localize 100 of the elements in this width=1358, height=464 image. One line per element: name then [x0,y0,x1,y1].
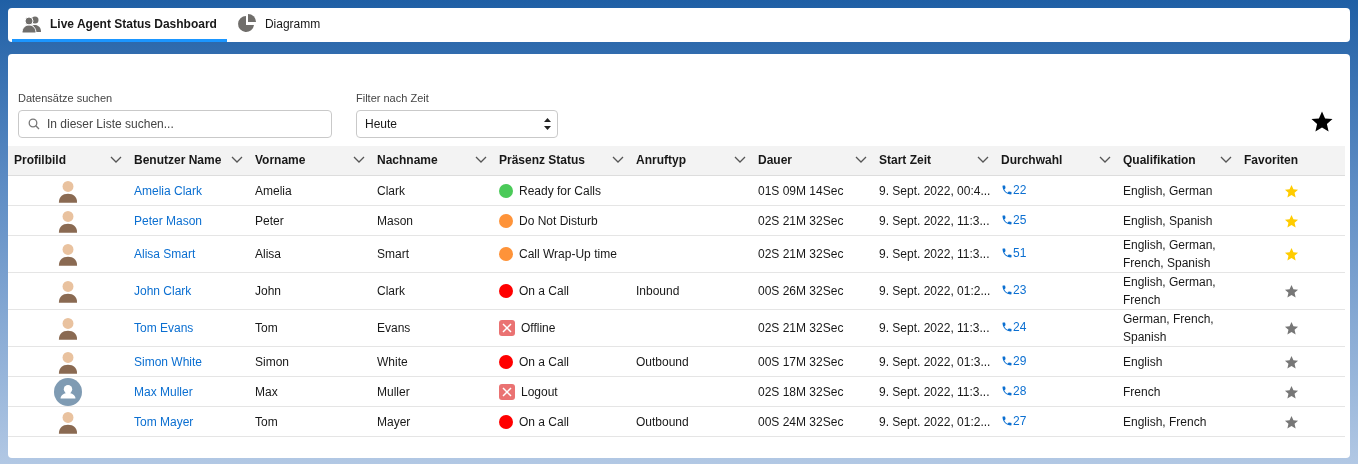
table-cell: English, German, French, Spanish [1123,238,1216,270]
status-text: Ready for Calls [519,182,602,200]
table-cell: Simon [255,354,289,369]
phone-icon [1001,321,1013,333]
status-text: Logout [521,383,558,401]
user-name-link[interactable]: Tom Evans [134,321,194,335]
favorite-star-icon[interactable] [1284,284,1299,300]
column-header[interactable]: Dauer [758,151,792,170]
chevron-down-icon[interactable] [855,156,867,165]
phone-icon [1001,284,1013,296]
user-name-link[interactable]: Alisa Smart [134,247,196,261]
table-cell: Mason [377,213,414,228]
favorite-star-icon[interactable] [1284,247,1299,263]
table-cell: Max [255,384,278,399]
table-cell: English, German [1123,183,1213,198]
sort-arrows-icon [544,117,551,130]
user-name-link[interactable]: John Clark [134,284,192,298]
favorite-star-icon[interactable] [1284,321,1299,337]
phone-icon [1001,414,1013,427]
tab[interactable]: Live Agent Status Dashboard [12,8,227,42]
table-cell: Clark [377,284,405,298]
table-cell: 9. Sept. 2022, 01:2... [879,414,991,429]
table-cell: 9. Sept. 2022, 11:3... [879,321,990,335]
favorite-star-icon[interactable] [1284,183,1299,199]
table-cell: 9. Sept. 2022, 11:3... [879,384,990,399]
user-name-link[interactable]: Tom Mayer [134,414,194,429]
favorite-star-icon[interactable] [1284,354,1299,370]
table-cell: 02S 21M 32Sec [758,247,844,261]
phone-icon [1001,384,1013,397]
table-cell: White [377,354,408,369]
chevron-down-icon[interactable] [1099,156,1111,165]
filter-label: Filter nach Zeit [356,91,430,106]
table-cell: 9. Sept. 2022, 01:3... [879,354,991,369]
user-name-link[interactable]: Amelia Clark [134,183,202,198]
table-cell: Amelia [255,183,292,198]
extension-link[interactable]: 22 [1001,180,1027,199]
extension-link[interactable]: 29 [1001,351,1027,370]
chevron-down-icon[interactable] [734,156,746,165]
phone-icon [1001,213,1013,226]
phone-icon [1001,183,1013,196]
time-filter-select[interactable]: Heute [356,109,558,138]
table-cell: Tom [255,414,278,429]
table-cell: 00S 17M 32Sec [758,354,844,369]
table-cell: English, French [1123,414,1207,429]
chevron-down-icon[interactable] [231,156,243,165]
status-text: Do Not Disturb [519,212,598,230]
table-cell: 02S 21M 32Sec [758,213,844,228]
phone-icon [1001,247,1013,259]
select-value: Heute [365,115,398,133]
table-cell: Inbound [636,284,680,298]
table-cell: Alisa [255,247,281,261]
user-name-link[interactable]: Simon White [134,354,203,369]
table-cell: Clark [377,183,405,198]
chevron-down-icon[interactable] [353,156,365,165]
status-text: On a Call [519,283,570,300]
favorite-star-icon[interactable] [1284,384,1299,400]
table-cell: Evans [377,321,411,335]
favorite-star-icon[interactable] [1284,213,1299,229]
extension-link[interactable]: 25 [1001,210,1027,229]
table-cell: 00S 24M 32Sec [758,414,844,429]
extension-link[interactable]: 23 [1001,281,1027,299]
table-cell: Mayer [377,414,411,429]
extension-link[interactable]: 27 [1001,411,1027,430]
table-cell: 00S 26M 32Sec [758,284,844,298]
status-text: Offline [521,320,556,337]
chevron-down-icon[interactable] [612,156,624,165]
status-text: Call Wrap-Up time [519,246,617,263]
search-field[interactable]: In dieser Liste suchen... [18,109,332,138]
table-cell: Outbound [636,354,689,369]
search-label: Datensätze suchen [18,91,114,106]
table-cell: 9. Sept. 2022, 11:3... [879,247,990,261]
chevron-down-icon[interactable] [977,156,989,165]
extension-link[interactable]: 28 [1001,381,1027,400]
chevron-down-icon[interactable] [1220,156,1232,165]
chevron-down-icon[interactable] [110,156,122,165]
extension-link[interactable]: 24 [1001,318,1027,336]
tab[interactable]: Diagramm [226,8,331,42]
status-text: On a Call [519,413,570,431]
extension-link[interactable]: 51 [1001,244,1027,262]
favorite-star-icon[interactable] [1284,414,1299,430]
table-cell: 02S 21M 32Sec [758,321,844,335]
table-cell: 01S 09M 14Sec [758,183,844,198]
table-cell: Muller [377,384,410,399]
table-cell: John [255,284,282,298]
user-name-link[interactable]: Max Muller [134,384,193,399]
table-cell: Smart [377,247,409,261]
user-name-link[interactable]: Peter Mason [134,213,203,228]
table-cell: Outbound [636,414,689,429]
table-cell: 9. Sept. 2022, 00:4... [879,183,991,198]
phone-icon [1001,354,1013,367]
table-cell: English, German, French [1123,275,1216,307]
chevron-down-icon[interactable] [475,156,487,165]
table-cell: 02S 18M 32Sec [758,384,844,399]
pie-chart-icon [236,13,257,34]
people-icon [22,14,42,33]
table-cell: 9. Sept. 2022, 11:3... [879,213,990,228]
search-icon [28,117,40,130]
table-cell: French [1123,384,1161,399]
table-cell: Peter [255,213,284,228]
table-cell: Tom [255,321,278,335]
